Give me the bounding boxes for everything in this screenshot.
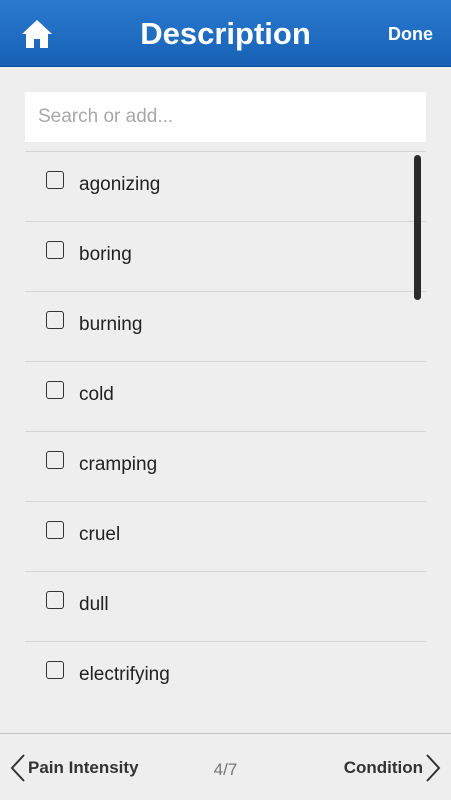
checkbox[interactable] <box>46 241 64 259</box>
done-button[interactable]: Done <box>388 22 433 46</box>
list-item-label: electrifying <box>79 664 170 685</box>
checkbox[interactable] <box>46 521 64 539</box>
search-input[interactable] <box>25 92 426 142</box>
checkbox[interactable] <box>46 171 64 189</box>
description-list[interactable]: agonizing boring burning cold cramping c… <box>25 151 426 714</box>
list-item[interactable]: burning <box>25 291 426 361</box>
checkbox[interactable] <box>46 311 64 329</box>
list-item-label: boring <box>79 244 132 265</box>
list-item[interactable]: cramping <box>25 431 426 501</box>
next-button[interactable]: Condition <box>344 752 443 784</box>
list-item[interactable]: electrifying <box>25 641 426 711</box>
checkbox[interactable] <box>46 451 64 469</box>
list-item[interactable]: boring <box>25 221 426 291</box>
header-bar: Description Done <box>0 0 451 67</box>
list-item[interactable]: agonizing <box>25 151 426 221</box>
footer-nav: Pain Intensity 4/7 Condition <box>0 733 451 800</box>
list-item-label: cold <box>79 384 114 405</box>
list-item-label: burning <box>79 314 143 335</box>
checkbox[interactable] <box>46 661 64 679</box>
list-item-label: agonizing <box>79 174 161 195</box>
list-item-label: cruel <box>79 524 121 545</box>
list-item-label: cramping <box>79 454 158 475</box>
list-item[interactable]: cruel <box>25 501 426 571</box>
list-item-label: dull <box>79 594 109 615</box>
list-item[interactable]: dull <box>25 571 426 641</box>
page-title: Description <box>140 16 311 51</box>
checkbox[interactable] <box>46 591 64 609</box>
checkbox[interactable] <box>46 381 64 399</box>
chevron-right-icon <box>426 754 441 782</box>
list-item[interactable]: cold <box>25 361 426 431</box>
next-label: Condition <box>343 758 423 777</box>
scrollbar[interactable] <box>414 155 421 300</box>
